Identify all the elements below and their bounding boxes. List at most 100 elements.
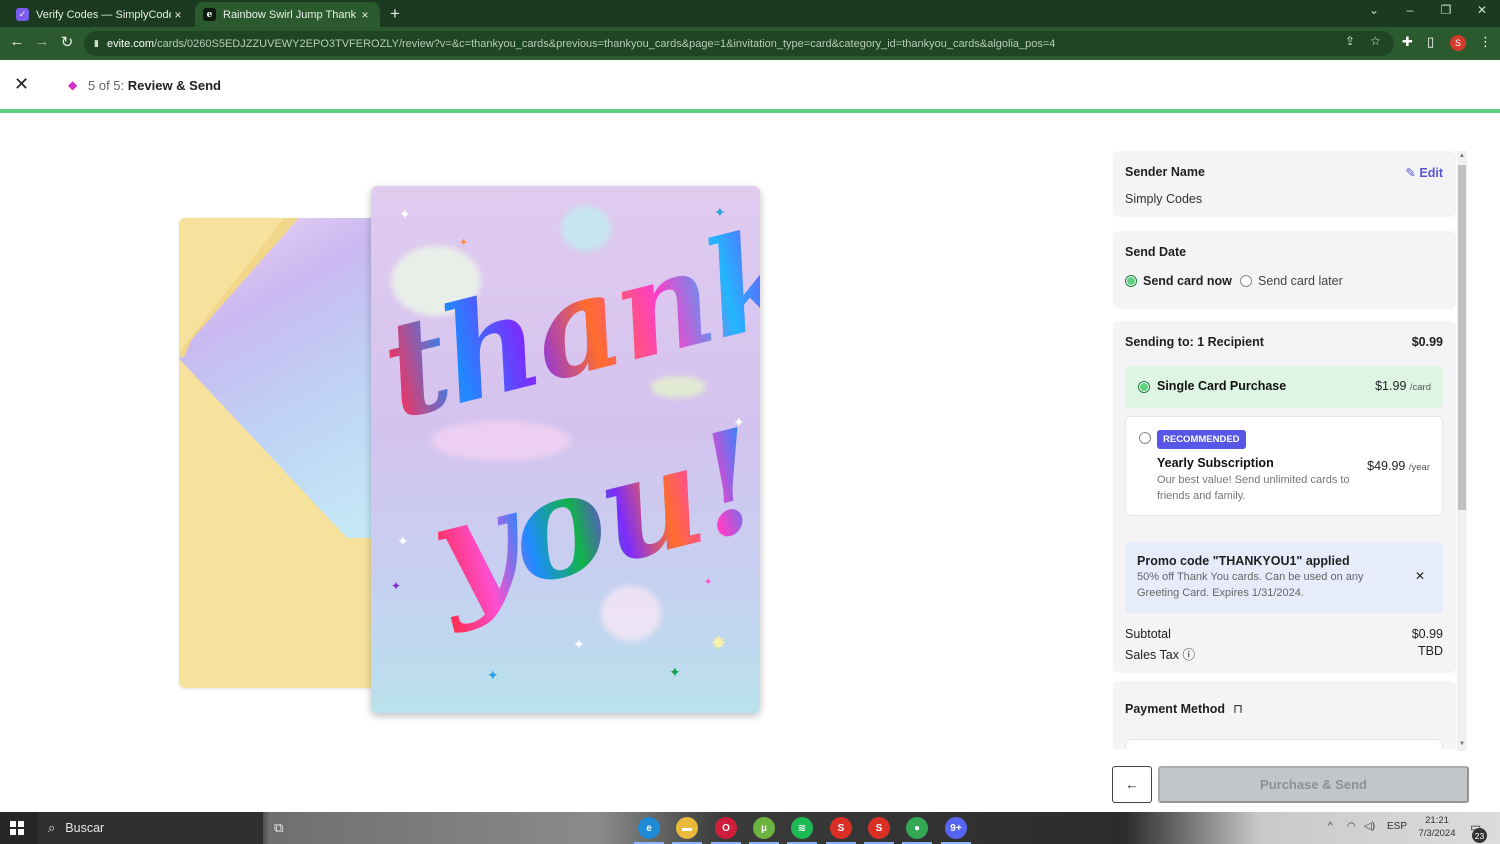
profile-avatar[interactable]: S xyxy=(1450,35,1466,51)
plan-description: Our best value! Send unlimited cards to … xyxy=(1157,474,1350,502)
file-explorer-icon[interactable]: ▬ xyxy=(676,817,698,839)
windows-taskbar: ⌕ Buscar ⧉ e ▬ Oµ ≋ S S ● 9+ ^ ◠ ◁) ESP xyxy=(0,812,1500,844)
radio-unselected-icon[interactable] xyxy=(1139,432,1151,444)
simplycodes-favicon-icon: ✓ xyxy=(16,8,29,21)
progress-fill xyxy=(0,109,1500,113)
windows-start-icon[interactable] xyxy=(10,821,24,835)
restore-button[interactable]: ❐ xyxy=(1428,3,1464,17)
paypal-logo: PayPal xyxy=(1158,746,1204,749)
sparkle-icon: ✦ xyxy=(669,664,681,680)
share-icon[interactable]: ⇪ xyxy=(1345,34,1355,48)
step-indicator: 5 of 5: Review & Send xyxy=(88,78,221,93)
price-unit: /card xyxy=(1409,382,1431,393)
sender-section: Sender Name ✎ Edit Simply Codes xyxy=(1113,151,1456,217)
language-indicator[interactable]: ESP xyxy=(1387,821,1407,832)
progress-bar xyxy=(0,109,1500,113)
chrome-profile-2-icon[interactable]: S xyxy=(868,817,890,839)
new-tab-button[interactable]: + xyxy=(390,4,400,24)
tab-simplycodes[interactable]: ✓ Verify Codes — SimplyCodes × xyxy=(8,2,193,27)
forward-icon[interactable]: → xyxy=(32,33,52,50)
radio-unselected-icon[interactable] xyxy=(1240,275,1252,287)
radio-selected-icon[interactable] xyxy=(1125,275,1137,287)
tab-title: Verify Codes — SimplyCodes xyxy=(36,8,171,21)
remove-promo-icon[interactable]: ✕ xyxy=(1415,569,1425,583)
send-date-section: Send Date xyxy=(1113,231,1456,309)
evite-favicon-icon: e xyxy=(203,8,216,21)
sender-name-value: Simply Codes xyxy=(1125,192,1203,206)
recommended-badge: RECOMMENDED xyxy=(1157,430,1246,449)
close-icon[interactable]: ✕ xyxy=(14,75,29,93)
scroll-down-arrow[interactable]: ▼ xyxy=(1457,741,1467,747)
utorrent-icon[interactable]: µ xyxy=(753,817,775,839)
edit-sender-button[interactable]: ✎ Edit xyxy=(1405,165,1443,180)
send-later-label: Send card later xyxy=(1258,274,1343,288)
task-view-icon[interactable]: ⧉ xyxy=(274,820,283,836)
bookmark-star-icon[interactable]: ☆ xyxy=(1370,34,1381,48)
search-icon: ⌕ xyxy=(48,820,56,835)
promo-code-banner: Promo code "THANKYOU1" applied 50% off T… xyxy=(1125,542,1443,613)
scroll-up-arrow[interactable]: ▲ xyxy=(1457,153,1467,159)
search-placeholder: Buscar xyxy=(65,821,105,835)
envelope-liner xyxy=(179,218,389,538)
sparkle-icon: ✦ xyxy=(573,636,585,652)
wifi-icon[interactable]: ◠ xyxy=(1347,821,1356,832)
envelope xyxy=(179,218,389,688)
plan-yearly-subscription[interactable]: RECOMMENDED Yearly Subscription $49.99 /… xyxy=(1125,416,1443,516)
discord-icon[interactable]: 9+ xyxy=(945,817,967,839)
send-now-label: Send card now xyxy=(1143,274,1232,288)
greeting-card: ✦ ✦ ✦ ✦ ✦ ✦ ✦ ✦ ✦ ✦ ✸ thank you! xyxy=(371,186,760,713)
browser-menu-icon[interactable]: ⋮ xyxy=(1479,34,1492,50)
browser-tabstrip: ✓ Verify Codes — SimplyCodes × e Rainbow… xyxy=(0,0,1500,27)
chrome-profile-1-icon[interactable]: S xyxy=(830,817,852,839)
sparkle-icon: ✦ xyxy=(487,667,499,683)
tab-search-icon[interactable]: ⌄ xyxy=(1356,3,1392,17)
tray-chevron-icon[interactable]: ^ xyxy=(1328,821,1333,832)
clock-date: 7/3/2024 xyxy=(1418,828,1456,839)
payment-option-paypal[interactable]: PayPal xyxy=(1125,739,1443,749)
sparkle-icon: ✦ xyxy=(704,577,713,588)
side-panel-icon[interactable]: ▯ xyxy=(1427,34,1434,50)
card-preview: ✦ ✦ ✦ ✦ ✦ ✦ ✦ ✦ ✦ ✦ ✸ thank you! xyxy=(170,180,770,725)
plan-single-card[interactable]: Single Card Purchase $1.99 /card xyxy=(1125,366,1443,408)
panel-scrollbar-thumb[interactable] xyxy=(1458,165,1466,510)
tab-evite[interactable]: e Rainbow Swirl Jump Thank You C × xyxy=(195,2,380,27)
volume-icon[interactable]: ◁) xyxy=(1364,821,1375,832)
minimize-button[interactable]: – xyxy=(1392,3,1428,17)
radio-selected-icon[interactable] xyxy=(1138,381,1150,393)
edge-icon[interactable]: e xyxy=(638,817,660,839)
tab-title: Rainbow Swirl Jump Thank You C xyxy=(223,8,358,21)
info-icon[interactable]: ⓘ xyxy=(1182,648,1195,662)
back-icon[interactable]: ← xyxy=(7,33,27,50)
sparkle-icon: ✦ xyxy=(397,533,409,549)
sales-tax-row: Sales Tax ⓘ TBD xyxy=(1125,644,1443,663)
send-now-radio[interactable]: Send card now xyxy=(1125,274,1232,288)
tab-close-icon[interactable]: × xyxy=(171,8,185,22)
extensions-icon[interactable]: ✚ xyxy=(1402,34,1413,50)
browser-toolbar: ← → ↻ ▮ evite.com /cards/0260S5EDJZZUVEW… xyxy=(0,27,1500,60)
recipients-title: Sending to: 1 Recipient xyxy=(1125,335,1264,349)
close-window-button[interactable]: ✕ xyxy=(1464,3,1500,17)
reload-icon[interactable]: ↻ xyxy=(57,33,77,51)
step-number: 5 of 5: xyxy=(88,78,125,93)
sales-tax-value: TBD xyxy=(1418,644,1443,658)
spotify-icon[interactable]: ≋ xyxy=(791,817,813,839)
sender-title: Sender Name xyxy=(1125,165,1205,179)
address-bar[interactable]: ▮ evite.com /cards/0260S5EDJZZUVEWY2EPO3… xyxy=(84,31,1394,56)
price-value: $1.99 xyxy=(1375,379,1407,393)
taskbar-clock[interactable]: 21:21 7/3/2024 xyxy=(1412,814,1462,840)
subtotal-row: Subtotal $0.99 xyxy=(1125,627,1443,641)
opera-icon[interactable]: O xyxy=(715,817,737,839)
chrome-profile-3-icon[interactable]: ● xyxy=(906,817,928,839)
pencil-icon: ✎ xyxy=(1405,166,1416,180)
url-host: evite.com xyxy=(106,37,155,50)
sparkle-icon: ✦ xyxy=(391,579,402,593)
back-button[interactable]: ← xyxy=(1112,766,1152,803)
gem-icon: ◆ xyxy=(68,78,78,92)
plan-name: Single Card Purchase xyxy=(1157,379,1287,393)
tab-close-icon[interactable]: × xyxy=(358,8,372,22)
taskbar-search[interactable]: ⌕ Buscar xyxy=(38,812,263,844)
plan-name: Yearly Subscription xyxy=(1157,456,1274,470)
send-later-radio[interactable]: Send card later xyxy=(1240,274,1343,288)
purchase-send-button[interactable]: Purchase & Send xyxy=(1158,766,1469,803)
lock-icon[interactable]: ▮ xyxy=(94,38,99,49)
